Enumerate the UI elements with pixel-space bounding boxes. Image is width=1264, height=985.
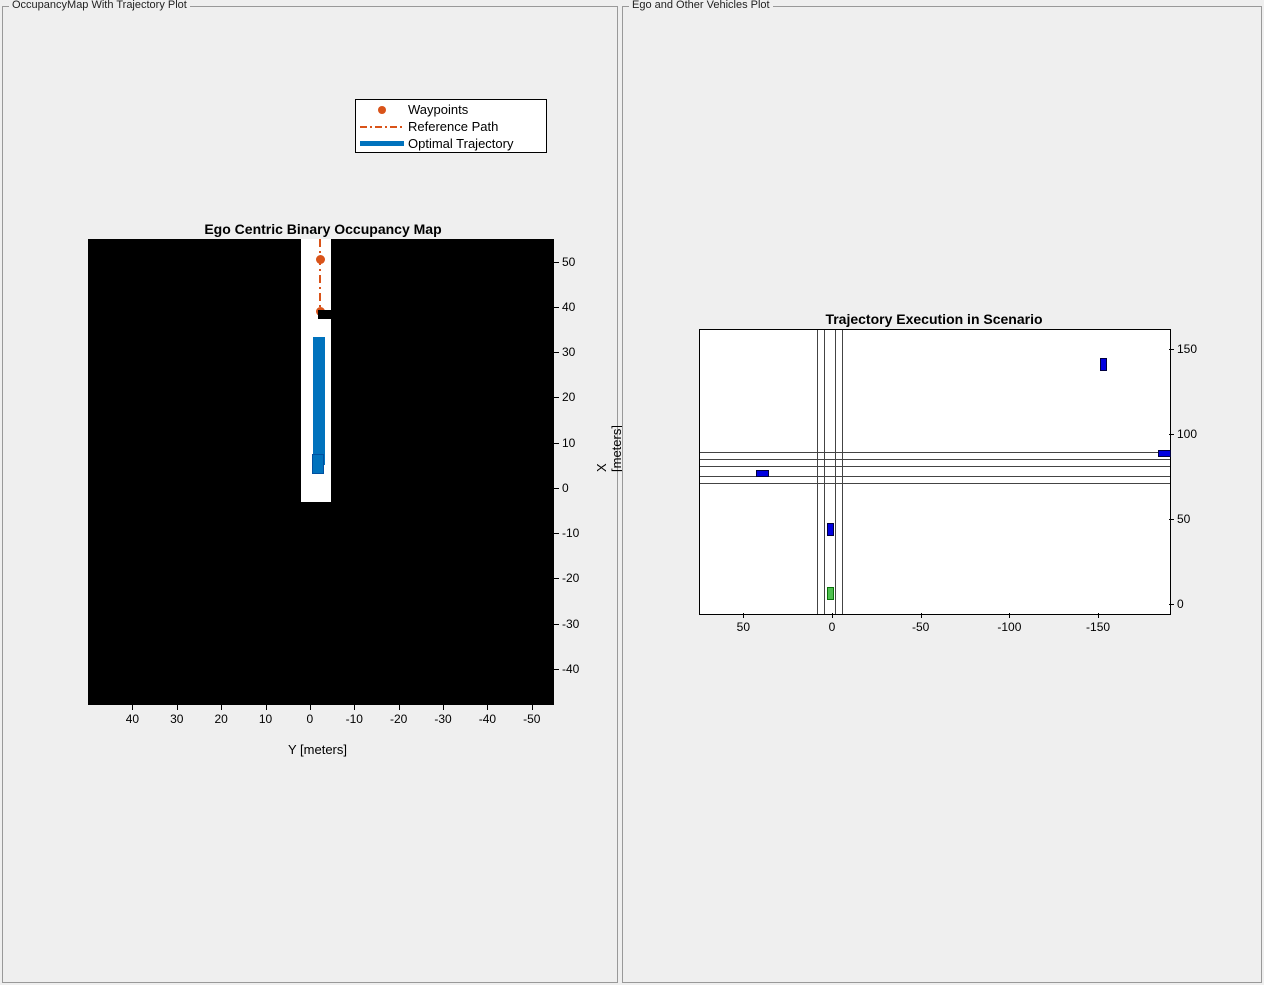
road-line	[824, 330, 825, 614]
tick	[221, 705, 222, 710]
tick-label: 10	[562, 436, 592, 450]
tick	[921, 613, 922, 618]
tick-label: -40	[562, 662, 592, 676]
tick	[443, 705, 444, 710]
tick	[1009, 613, 1010, 618]
tick	[554, 262, 559, 263]
panel-title-left: OccupancyMap With Trajectory Plot	[9, 0, 190, 11]
road-line	[835, 330, 836, 614]
road-line	[817, 330, 818, 614]
road-line	[842, 330, 843, 614]
legend-item-waypoints: Waypoints	[360, 101, 542, 118]
tick-label: 150	[1177, 342, 1211, 356]
road-line	[700, 466, 1170, 467]
tick-label: 0	[814, 620, 850, 634]
obstacle	[318, 310, 336, 319]
occupancy-ylabel: X [meters]	[594, 425, 624, 472]
tick	[1169, 519, 1174, 520]
tick-label: 50	[562, 255, 592, 269]
road-line	[700, 452, 1170, 453]
panel-title-right: Ego and Other Vehicles Plot	[629, 0, 773, 11]
tick-label: -20	[384, 712, 414, 726]
other-vehicle	[1100, 358, 1107, 371]
tick	[1169, 604, 1174, 605]
tick	[554, 624, 559, 625]
ego-vehicle	[827, 587, 834, 600]
tick	[310, 705, 311, 710]
road-line	[700, 476, 1170, 477]
road-line	[700, 459, 1170, 460]
ego-vehicle	[312, 454, 324, 474]
tick	[554, 443, 559, 444]
other-vehicle	[1158, 450, 1171, 457]
optimal-trajectory	[313, 337, 325, 465]
legend-item-reference-path: Reference Path	[360, 118, 542, 135]
tick-label: 20	[562, 390, 592, 404]
tick-label: 40	[117, 712, 147, 726]
tick	[554, 397, 559, 398]
tick-label: -30	[562, 617, 592, 631]
tick-label: -20	[562, 571, 592, 585]
occupancy-title: Ego Centric Binary Occupancy Map	[88, 221, 558, 237]
tick-label: -30	[428, 712, 458, 726]
scenario-title: Trajectory Execution in Scenario	[699, 311, 1169, 327]
waypoint-marker-icon	[360, 101, 404, 118]
tick	[1169, 349, 1174, 350]
tick-label: 30	[562, 345, 592, 359]
legend-item-optimal-trajectory: Optimal Trajectory	[360, 135, 542, 152]
tick-label: -50	[903, 620, 939, 634]
tick	[832, 613, 833, 618]
tick-label: 20	[206, 712, 236, 726]
tick-label: 100	[1177, 427, 1211, 441]
tick	[743, 613, 744, 618]
tick	[177, 705, 178, 710]
tick-label: 0	[562, 481, 592, 495]
tick	[554, 669, 559, 670]
tick-label: -10	[339, 712, 369, 726]
tick-label: 50	[725, 620, 761, 634]
tick	[554, 352, 559, 353]
tick-label: -150	[1080, 620, 1116, 634]
tick	[354, 705, 355, 710]
tick-label: 40	[562, 300, 592, 314]
tick-label: 0	[295, 712, 325, 726]
optimal-trajectory-icon	[360, 135, 404, 152]
tick	[487, 705, 488, 710]
tick-label: -10	[562, 526, 592, 540]
tick	[1169, 434, 1174, 435]
other-vehicle	[756, 470, 769, 477]
waypoint-marker	[316, 255, 325, 264]
occupancy-panel: OccupancyMap With Trajectory Plot Waypoi…	[2, 6, 618, 983]
tick	[532, 705, 533, 710]
legend: Waypoints Reference Path Optimal Traject…	[355, 99, 547, 153]
occupancy-xlabel: Y [meters]	[288, 742, 347, 757]
tick	[554, 488, 559, 489]
tick	[399, 705, 400, 710]
tick	[1098, 613, 1099, 618]
occupancy-map	[88, 239, 554, 705]
scenario-plot	[699, 329, 1171, 615]
tick-label: 10	[251, 712, 281, 726]
tick-label: -100	[991, 620, 1027, 634]
tick-label: 30	[162, 712, 192, 726]
tick-label: 50	[1177, 512, 1211, 526]
tick	[554, 307, 559, 308]
tick	[554, 578, 559, 579]
tick-label: 0	[1177, 597, 1211, 611]
road-line	[700, 483, 1170, 484]
tick-label: -50	[517, 712, 547, 726]
tick	[554, 533, 559, 534]
scenario-panel: Ego and Other Vehicles Plot Trajectory E…	[622, 6, 1262, 983]
other-vehicle	[827, 523, 834, 536]
tick-label: -40	[472, 712, 502, 726]
reference-path-icon	[360, 118, 404, 135]
tick	[266, 705, 267, 710]
tick	[132, 705, 133, 710]
